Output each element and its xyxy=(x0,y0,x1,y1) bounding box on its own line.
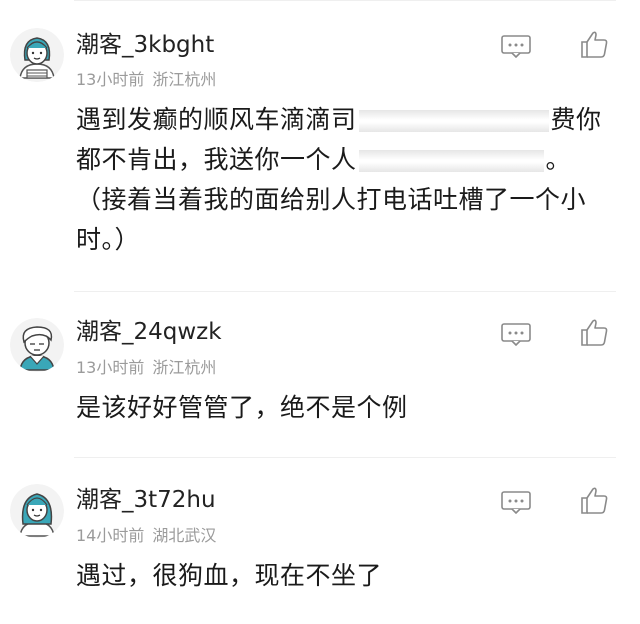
comment-location: 浙江杭州 xyxy=(152,70,217,89)
username[interactable]: 潮客_3t72hu xyxy=(76,486,216,514)
comment-text: 是该好好管管了，绝不是个例 xyxy=(76,393,408,422)
comment-text: 遇到发癫的顺风车滴滴司 费你 都不肯出，我送你一个人。（接着当着我的面给别人打电话吐… xyxy=(76,105,602,254)
reply-button[interactable] xyxy=(500,490,532,515)
thumbs-up-icon xyxy=(581,319,608,346)
like-button[interactable] xyxy=(578,28,610,60)
redacted-block xyxy=(358,150,544,172)
comment-meta: 13小时前 浙江杭州 xyxy=(76,358,216,378)
boy-avatar-icon xyxy=(10,318,64,372)
comment-item: 潮客_3t72hu 14小时前 湖北武汉 遇过，很狗血，现在不坐了 xyxy=(0,458,640,624)
comment-item: 潮客_3kbght 13小时前 浙江杭州 遇到发癫的顺风车滴滴司 费你 都不肯出，我送… xyxy=(0,0,640,292)
comment-time: 13小时前 xyxy=(76,70,145,89)
like-button[interactable] xyxy=(578,316,610,348)
comment-meta: 13小时前 浙江杭州 xyxy=(76,70,216,90)
comment-text: 遇过，很狗血，现在不坐了 xyxy=(76,561,383,590)
thumbs-up-icon xyxy=(581,31,608,58)
comment-icon xyxy=(501,323,531,347)
reply-button[interactable] xyxy=(500,34,532,59)
username[interactable]: 潮客_3kbght xyxy=(76,31,214,59)
thumbs-up-icon xyxy=(581,487,608,514)
comment-meta: 14小时前 湖北武汉 xyxy=(76,526,216,546)
avatar[interactable] xyxy=(10,318,64,372)
avatar[interactable] xyxy=(10,484,64,538)
comment-time: 13小时前 xyxy=(76,358,145,377)
comment-icon xyxy=(501,491,531,515)
avatar[interactable] xyxy=(10,28,64,82)
comment-location: 浙江杭州 xyxy=(152,358,217,377)
username[interactable]: 潮客_24qwzk xyxy=(76,318,222,346)
comment-time: 14小时前 xyxy=(76,526,145,545)
girl-avatar-icon xyxy=(10,484,64,538)
reply-button[interactable] xyxy=(500,322,532,347)
comment-location: 湖北武汉 xyxy=(152,526,217,545)
comment-icon xyxy=(501,35,531,59)
redacted-block xyxy=(358,110,549,132)
like-button[interactable] xyxy=(578,484,610,516)
girl-avatar-icon xyxy=(10,28,64,82)
comment-item: 潮客_24qwzk 13小时前 浙江杭州 是该好好管管了，绝不是个例 xyxy=(0,292,640,458)
